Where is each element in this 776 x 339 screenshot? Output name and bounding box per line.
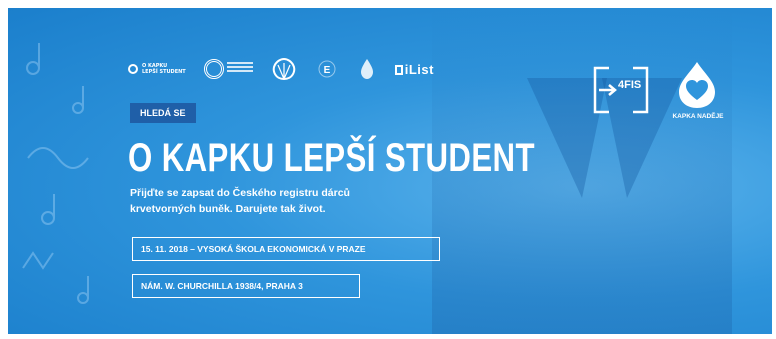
shell-icon [272, 57, 295, 81]
event-address: NÁM. W. CHURCHILLA 1938/4, PRAHA 3 [132, 274, 360, 298]
university-seal-logo [203, 59, 253, 79]
partner-logos: O KAPKU LEPŠÍ STUDENT E iList [128, 56, 434, 82]
music-notes-decoration [22, 43, 89, 304]
event-date-place: 15. 11. 2018 – VYSOKÁ ŠKOLA EKONOMICKÁ V… [132, 237, 440, 261]
seal-icon [203, 59, 224, 79]
kapka-nadeje-logo-text: KAPKA NADĚJE [672, 113, 724, 120]
lead-line-2: krvetvorných buněk. Darujete tak život. [130, 203, 326, 215]
lead-text: Přijďte se zapsat do Českého registru dá… [130, 185, 410, 217]
kapka-student-logo: O KAPKU LEPŠÍ STUDENT [128, 63, 186, 75]
kapka-nadeje-logo-icon [679, 62, 715, 108]
svg-text:E: E [323, 65, 330, 76]
kapka-drop-icon [128, 64, 138, 74]
partner-e-icon: E [318, 60, 336, 78]
headline: O KAPKU LEPŠÍ STUDENT [128, 136, 535, 180]
ilist-icon [394, 64, 403, 75]
kapka-student-line2: LEPŠÍ STUDENT [142, 69, 186, 75]
fis-logo-text: 4FIS [618, 79, 642, 91]
looking-for-tag: HLEDÁ SE [130, 103, 196, 123]
ilist-text: iList [404, 61, 434, 77]
lead-line-1: Přijďte se zapsat do Českého registru dá… [130, 187, 350, 199]
ilist-logo: iList [394, 61, 434, 77]
blood-drop-icon [360, 59, 373, 79]
